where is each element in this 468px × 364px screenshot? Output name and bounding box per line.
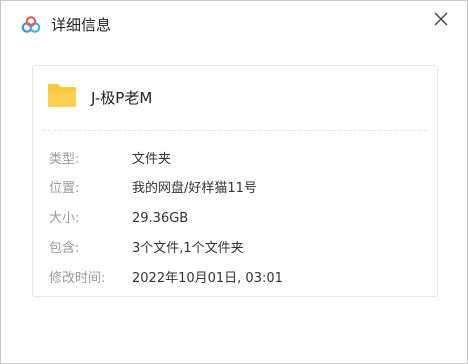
detail-label: 大小: xyxy=(49,211,80,226)
dialog-titlebar: 详细信息 xyxy=(1,1,467,45)
detail-label: 类型: xyxy=(49,152,80,167)
detail-row-location: 位置: 我的网盘/好样猫11号 xyxy=(33,179,437,199)
detail-row-modified: 修改时间: 2022年10月01日, 03:01 xyxy=(33,269,437,289)
detail-value: 我的网盘/好样猫11号 xyxy=(132,181,257,196)
baidu-netdisk-cloud-icon xyxy=(21,16,41,33)
detail-label: 包含: xyxy=(49,241,80,256)
details-dialog: 详细信息 J-极P老M 类型: 文件夹 位置: 我的网盘/好样猫11号 大小: … xyxy=(0,0,468,364)
detail-value: 2022年10月01日, 03:01 xyxy=(132,271,283,286)
file-info-card: J-极P老M 类型: 文件夹 位置: 我的网盘/好样猫11号 大小: 29.36… xyxy=(32,65,438,297)
file-name: J-极P老M xyxy=(91,89,153,107)
dialog-title: 详细信息 xyxy=(51,16,112,34)
divider xyxy=(43,130,427,131)
detail-row-size: 大小: 29.36GB xyxy=(33,209,437,229)
folder-icon xyxy=(48,84,76,107)
detail-row-contains: 包含: 3个文件,1个文件夹 xyxy=(33,239,437,259)
detail-value: 文件夹 xyxy=(132,152,172,167)
detail-row-type: 类型: 文件夹 xyxy=(33,150,437,170)
close-icon[interactable] xyxy=(429,7,453,31)
detail-label: 修改时间: xyxy=(49,271,106,286)
detail-value: 29.36GB xyxy=(132,211,189,226)
detail-value: 3个文件,1个文件夹 xyxy=(132,241,244,256)
detail-label: 位置: xyxy=(49,181,80,196)
